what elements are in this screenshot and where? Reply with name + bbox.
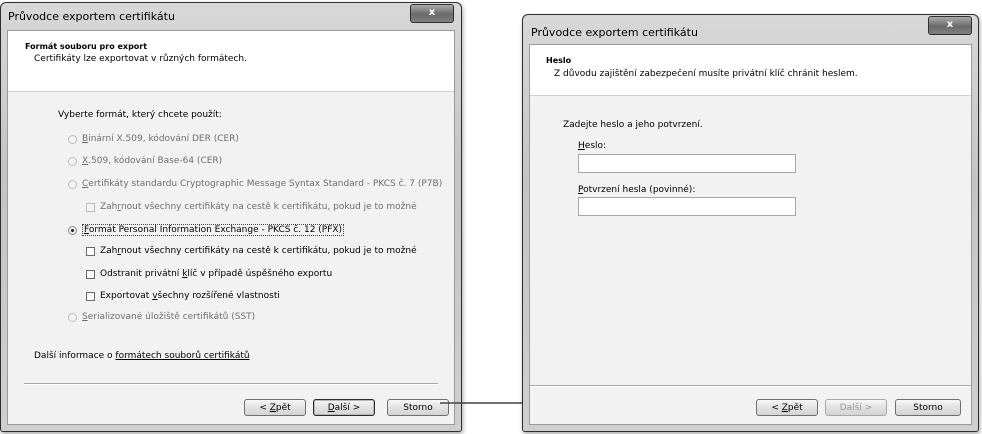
password-input[interactable]	[578, 154, 796, 173]
checkbox-export-extended-properties[interactable]	[86, 292, 95, 301]
close-button[interactable]: x	[410, 4, 454, 23]
next-button[interactable]: Další >	[313, 399, 375, 416]
footer-separator	[24, 383, 438, 385]
footer-separator	[530, 385, 971, 387]
back-button[interactable]: < Zpět	[756, 399, 818, 416]
checkbox-export-extended-properties-label[interactable]: Exportovat všechny rozšířené vlastnosti	[100, 291, 280, 301]
wizard-client-area: Heslo Z důvodu zajištění zabezpečení mus…	[529, 44, 972, 425]
checkbox-pfx-include-chain-label[interactable]: Zahrnout všechny certifikáty na cestě k …	[100, 246, 417, 256]
more-info-text: Další informace o formátech souborů cert…	[34, 351, 250, 361]
radio-der-cer[interactable]	[68, 135, 77, 144]
wizard-header: Formát souboru pro export Certifikáty lz…	[8, 31, 454, 92]
radio-sst[interactable]	[68, 313, 77, 322]
close-button[interactable]: x	[928, 16, 972, 35]
window-title: Průvodce exportem certifikátu	[8, 10, 175, 23]
confirm-password-input[interactable]	[578, 197, 796, 216]
radio-pfx[interactable]	[68, 226, 77, 235]
certificate-export-wizard-window-format: Průvodce exportem certifikátu x Formát s…	[0, 2, 462, 432]
close-icon: x	[946, 19, 954, 30]
radio-base64-cer-label[interactable]: X.509, kódování Base-64 (CER)	[82, 156, 222, 166]
radio-base64-cer[interactable]	[68, 157, 77, 166]
wizard-client-area: Formát souboru pro export Certifikáty lz…	[7, 30, 455, 425]
checkbox-p7b-include-chain[interactable]	[86, 203, 95, 212]
page-subtitle: Z důvodu zajištění zabezpečení musíte pr…	[554, 69, 858, 79]
certificate-export-wizard-window-password: Průvodce exportem certifikátu x Heslo Z …	[522, 14, 979, 432]
password-label: Heslo:	[578, 141, 607, 151]
page-title: Formát souboru pro export	[25, 42, 148, 51]
title-bar[interactable]: Průvodce exportem certifikátu x	[523, 15, 978, 41]
radio-p7b[interactable]	[68, 180, 77, 189]
next-button[interactable]: Další >	[825, 399, 887, 416]
radio-der-cer-label[interactable]: Binární X.509, kódování DER (CER)	[82, 134, 239, 144]
wizard-header: Heslo Z důvodu zajištění zabezpečení mus…	[530, 45, 971, 96]
radio-sst-label[interactable]: Serializované úložiště certifikátů (SST)	[82, 312, 255, 322]
close-icon: x	[428, 7, 436, 18]
more-info-link[interactable]: formátech souborů certifikátů	[115, 351, 249, 361]
radio-selected-dot	[71, 229, 74, 232]
checkbox-delete-private-key-label[interactable]: Odstranit privátní klíč v případě úspěšn…	[100, 269, 332, 279]
window-title: Průvodce exportem certifikátu	[531, 26, 698, 39]
back-button[interactable]: < Zpět	[244, 399, 306, 416]
cancel-button[interactable]: Storno	[387, 399, 449, 416]
title-bar[interactable]: Průvodce exportem certifikátu x	[1, 3, 461, 29]
radio-pfx-label[interactable]: Formát Personal Information Exchange - P…	[82, 224, 345, 236]
radio-p7b-label[interactable]: Certifikáty standardu Cryptographic Mess…	[82, 179, 442, 189]
page-subtitle: Certifikáty lze exportovat v různých for…	[34, 54, 247, 64]
format-prompt: Vyberte formát, který chcete použít:	[58, 110, 222, 120]
checkbox-delete-private-key[interactable]	[86, 270, 95, 279]
password-prompt: Zadejte heslo a jeho potvrzení.	[563, 120, 703, 130]
checkbox-p7b-include-chain-label[interactable]: Zahrnout všechny certifikáty na cestě k …	[100, 202, 417, 212]
page-title: Heslo	[546, 56, 572, 65]
cancel-button[interactable]: Storno	[895, 399, 961, 416]
checkbox-pfx-include-chain[interactable]	[86, 247, 95, 256]
confirm-password-label: Potvrzení hesla (povinné):	[578, 185, 696, 195]
